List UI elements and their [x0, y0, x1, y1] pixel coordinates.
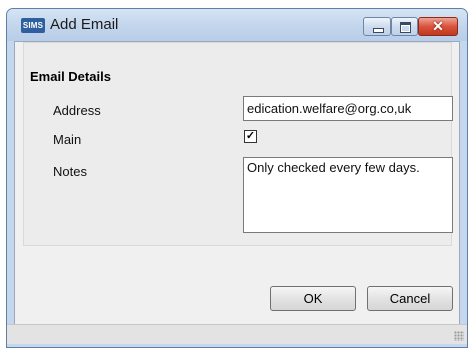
- add-email-dialog: SIMS Add Email ✕ Email Details Address e…: [6, 8, 468, 348]
- main-checkbox[interactable]: ✓: [244, 130, 257, 143]
- address-label: Address: [53, 103, 101, 118]
- status-bar: [7, 324, 467, 344]
- title-bar[interactable]: SIMS Add Email ✕: [7, 9, 467, 41]
- dialog-body: Email Details Address edication.welfare@…: [14, 41, 460, 334]
- main-label: Main: [53, 132, 82, 147]
- close-icon: ✕: [432, 18, 444, 34]
- window-title: Add Email: [50, 16, 119, 33]
- minimize-button[interactable]: [363, 17, 391, 36]
- sims-app-icon: SIMS: [21, 18, 45, 33]
- minimize-icon: [373, 28, 384, 33]
- group-title: Email Details: [30, 69, 111, 84]
- notes-textarea[interactable]: Only checked every few days.: [243, 157, 453, 233]
- ok-button[interactable]: OK: [270, 286, 356, 311]
- maximize-icon: [400, 22, 411, 33]
- close-button[interactable]: ✕: [418, 17, 458, 36]
- address-input[interactable]: edication.welfare@org.co,uk: [243, 96, 453, 121]
- notes-label: Notes: [53, 164, 87, 179]
- cancel-button[interactable]: Cancel: [367, 286, 453, 311]
- resize-grip-icon[interactable]: [454, 331, 464, 341]
- maximize-button[interactable]: [391, 17, 418, 36]
